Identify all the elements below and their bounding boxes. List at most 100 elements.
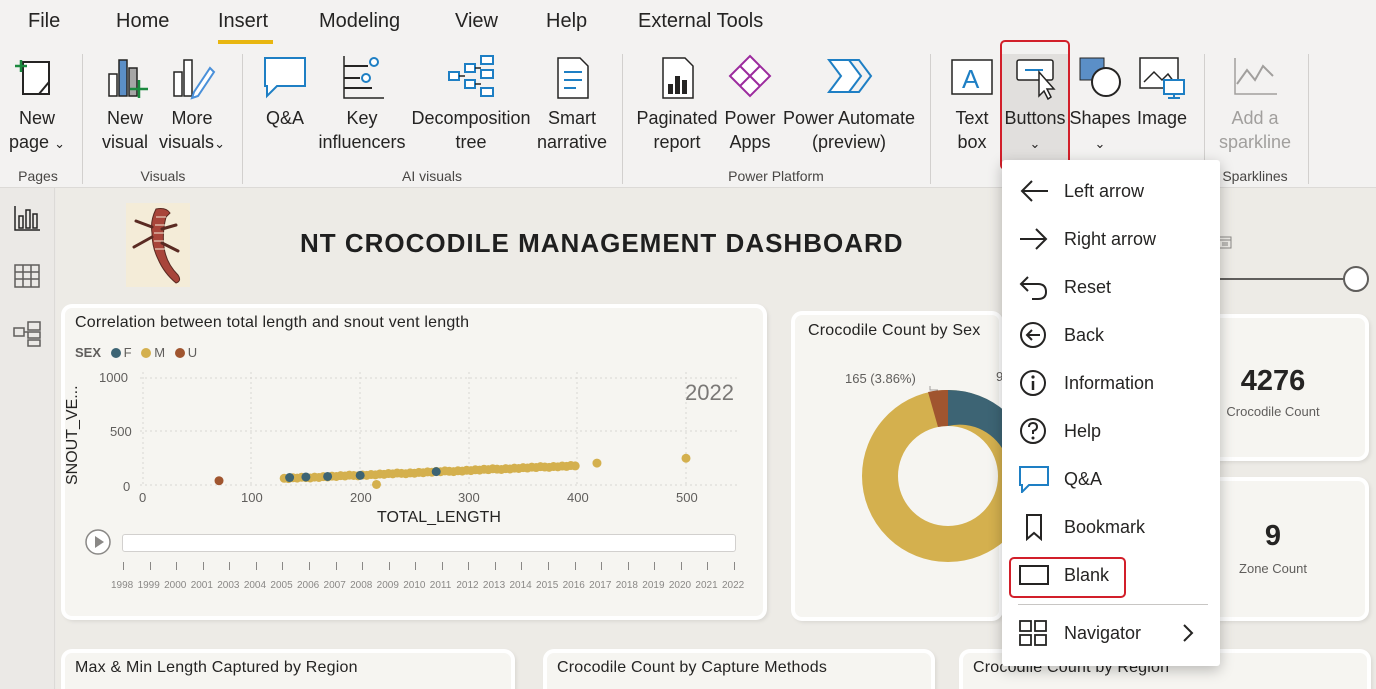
text-box-label-1: Text xyxy=(955,108,989,128)
scatter-point xyxy=(355,470,365,480)
menu-bar: File Home Insert Modeling View Help Exte… xyxy=(0,0,1376,46)
year-tick-label: 2008 xyxy=(350,580,373,591)
year-slider-track[interactable] xyxy=(1215,278,1345,280)
report-view-icon[interactable] xyxy=(12,204,42,232)
year-tick-mark xyxy=(388,562,390,570)
new-visual-button[interactable]: New visual xyxy=(100,54,150,154)
scatter-legend: SEX F M U xyxy=(75,345,197,360)
year-tick-label: 2011 xyxy=(429,580,452,591)
menu-separator xyxy=(1018,604,1208,605)
chevron-down-icon: ⌄ xyxy=(54,136,65,151)
key-influencers-icon xyxy=(343,56,384,99)
year-slider-handle[interactable] xyxy=(1343,266,1369,292)
image-button[interactable]: Image xyxy=(1134,54,1190,130)
menu-item-qa[interactable]: Q&A xyxy=(1002,456,1220,502)
x-tick-0: 0 xyxy=(139,490,147,505)
qa-icon xyxy=(1019,466,1049,493)
year-tick-label: 2017 xyxy=(589,580,612,591)
play-axis-track[interactable] xyxy=(122,534,736,552)
blank-highlight-box xyxy=(1009,557,1126,598)
power-automate-button[interactable]: Power Automate (preview) xyxy=(780,54,918,154)
menu-item-left-arrow[interactable]: Left arrow xyxy=(1002,168,1220,214)
scatter-point xyxy=(214,476,224,486)
menu-item-right-arrow[interactable]: Right arrow xyxy=(1002,216,1220,262)
tab-external-tools[interactable]: External Tools xyxy=(638,10,763,33)
menu-item-back[interactable]: Back xyxy=(1002,312,1220,358)
tab-insert[interactable]: Insert xyxy=(218,10,268,33)
paginated-report-button[interactable]: Paginated report xyxy=(636,54,718,154)
decomposition-tree-label-2: tree xyxy=(455,132,487,152)
tab-help[interactable]: Help xyxy=(546,10,587,33)
legend-title: SEX xyxy=(75,345,102,360)
shapes-button[interactable]: Shapes ⌄ xyxy=(1068,54,1132,156)
more-visuals-button[interactable]: More visuals⌄ xyxy=(156,54,228,156)
data-view-icon[interactable] xyxy=(12,262,42,290)
chevron-down-icon: ⌄ xyxy=(214,136,225,151)
power-apps-button[interactable]: Power Apps xyxy=(720,54,780,154)
year-tick-mark xyxy=(202,562,204,570)
menu-item-help[interactable]: Help xyxy=(1002,408,1220,454)
active-tab-indicator xyxy=(218,40,273,44)
year-tick-mark xyxy=(176,562,178,570)
menu-item-label: Information xyxy=(1064,373,1155,393)
year-tick-label: 2015 xyxy=(536,580,559,591)
year-tick-label: 2013 xyxy=(482,580,506,591)
group-label-ai-visuals: AI visuals xyxy=(402,168,462,184)
y-tick-0: 0 xyxy=(123,479,131,494)
kpi-crocodile-count-value: 4276 xyxy=(1240,365,1306,397)
group-label-sparklines: Sparklines xyxy=(1222,168,1288,184)
new-page-label-2: page xyxy=(9,132,50,152)
scatter-point xyxy=(285,473,295,483)
menu-item-label: Left arrow xyxy=(1064,181,1145,201)
ribbon-separator xyxy=(242,54,243,184)
menu-item-information[interactable]: Information xyxy=(1002,360,1220,406)
left-arrow-icon xyxy=(1020,180,1048,202)
menu-item-navigator[interactable]: Navigator xyxy=(1002,610,1220,656)
power-apps-label-2: Apps xyxy=(729,132,771,152)
smart-narrative-button[interactable]: Smart narrative xyxy=(534,54,610,154)
kpi-crocodile-count-label: Crocodile Count xyxy=(1226,404,1320,419)
key-influencers-button[interactable]: Key influencers xyxy=(316,54,408,154)
year-tick-label: 2018 xyxy=(615,580,638,591)
year-tick-mark xyxy=(149,562,151,570)
year-tick-mark xyxy=(282,562,284,570)
scatter-point xyxy=(592,458,602,468)
paginated-report-label-1: Paginated xyxy=(636,108,718,128)
shapes-icon xyxy=(1079,57,1121,97)
y-tick-500: 500 xyxy=(110,424,132,439)
tab-modeling[interactable]: Modeling xyxy=(319,10,400,33)
tab-view[interactable]: View xyxy=(455,10,498,33)
text-box-button[interactable]: A Text box xyxy=(944,54,1000,154)
group-label-power-platform: Power Platform xyxy=(728,168,824,184)
x-tick-500: 500 xyxy=(676,490,698,505)
year-tick-mark xyxy=(680,562,682,570)
year-tick-label: 2012 xyxy=(456,580,479,591)
year-tick-mark xyxy=(601,562,603,570)
year-tick-label: 2004 xyxy=(243,580,267,591)
new-page-button[interactable]: New page ⌄ xyxy=(8,54,66,156)
chevron-right-icon xyxy=(1183,624,1194,642)
qa-button[interactable]: Q&A xyxy=(258,54,312,130)
add-sparkline-button[interactable]: Add a sparkline xyxy=(1214,54,1296,154)
decomposition-tree-button[interactable]: Decomposition tree xyxy=(410,54,532,154)
legend-label-u: U xyxy=(187,345,198,360)
scatter-point xyxy=(570,461,580,471)
navigator-icon xyxy=(1019,620,1047,646)
menu-item-bookmark[interactable]: Bookmark xyxy=(1002,504,1220,550)
play-icon[interactable] xyxy=(84,528,112,556)
year-tick-label: 2009 xyxy=(376,580,399,591)
paginated-report-icon xyxy=(662,57,694,99)
model-view-icon[interactable] xyxy=(12,320,42,348)
paginated-report-label-2: report xyxy=(653,132,701,152)
x-tick-400: 400 xyxy=(567,490,589,505)
year-tick-label: 2006 xyxy=(296,580,320,591)
sparkline-icon xyxy=(1234,58,1277,95)
calendar-icon[interactable] xyxy=(1218,235,1232,249)
tab-home[interactable]: Home xyxy=(116,10,169,33)
tab-file[interactable]: File xyxy=(28,10,60,33)
menu-item-reset[interactable]: Reset xyxy=(1002,264,1220,310)
new-page-icon xyxy=(15,60,50,95)
ribbon-separator xyxy=(930,54,931,184)
capture-methods-title: Crocodile Count by Capture Methods xyxy=(557,659,828,676)
group-label-pages: Pages xyxy=(18,168,58,184)
